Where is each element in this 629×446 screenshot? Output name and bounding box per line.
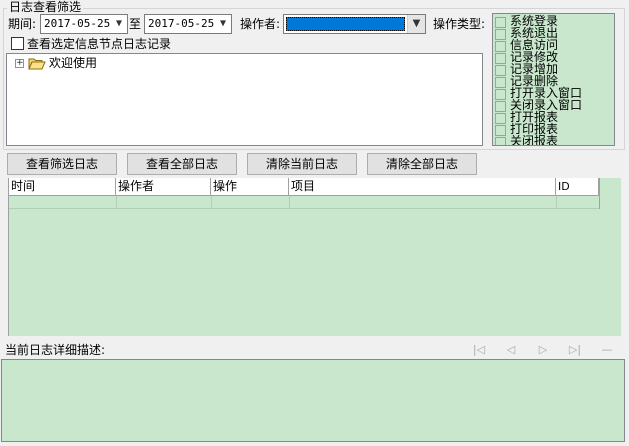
grid-row-divider [116,196,117,209]
chevron-down-icon[interactable]: ▼ [407,15,425,33]
tree-expand-icon[interactable]: + [15,59,24,68]
date-from-value: 2017-05-25 [44,17,111,30]
grid-first-row [9,196,599,209]
op-type-checkbox[interactable] [495,29,506,40]
log-detail-textarea[interactable] [1,359,625,442]
view-filtered-log-button[interactable]: 查看筛选日志 [7,153,117,175]
date-from-picker[interactable]: 2017-05-25 ▼ [40,14,128,34]
op-type-checkbox[interactable] [495,65,506,76]
info-node-tree[interactable]: + 欢迎使用 [6,53,483,146]
chevron-down-icon[interactable]: ▼ [111,15,127,33]
previous-record-icon[interactable]: ◁ [502,343,520,357]
column-header-operation[interactable]: 操作 [211,178,289,196]
chevron-down-icon[interactable]: ▼ [215,15,231,33]
clear-current-log-button[interactable]: 清除当前日志 [247,153,357,175]
first-record-icon[interactable]: |◁ [470,343,488,357]
date-to-picker[interactable]: 2017-05-25 ▼ [144,14,232,34]
op-type-checkbox[interactable] [495,41,506,52]
last-record-icon[interactable]: ▷| [566,343,584,357]
next-record-icon[interactable]: ▷ [534,343,552,357]
view-selected-node-checkbox[interactable] [11,37,24,50]
clear-all-log-button[interactable]: 清除全部日志 [367,153,477,175]
op-type-checkbox[interactable] [495,113,506,124]
op-type-checkbox[interactable] [495,125,506,136]
operation-type-checklist[interactable]: 系统登录 系统退出 信息访问 记录修改 记录增加 记录删除 打开录入窗口 关闭录… [492,13,615,146]
column-header-item[interactable]: 项目 [289,178,556,196]
filter-group-title: 日志查看筛选 [7,0,84,14]
grid-row-divider [211,196,212,209]
grid-row-divider [289,196,290,209]
folder-open-icon [28,58,46,70]
op-type-checkbox[interactable] [495,53,506,64]
view-all-log-button[interactable]: 查看全部日志 [127,153,237,175]
date-to-value: 2017-05-25 [148,17,215,30]
column-header-id[interactable]: ID [556,178,599,196]
operator-combo[interactable]: ▼ [283,14,426,34]
log-table-header: 时间 操作者 操作 项目 ID [9,178,599,196]
new-record-icon[interactable]: — [598,343,616,357]
operator-selected-value [286,17,405,31]
tree-root-label[interactable]: 欢迎使用 [49,55,97,71]
to-label: 至 [129,17,142,31]
column-header-time[interactable]: 时间 [9,178,116,196]
op-type-checkbox[interactable] [495,77,506,88]
op-type-checkbox[interactable] [495,101,506,112]
log-table[interactable]: 时间 操作者 操作 项目 ID [8,178,621,336]
period-label: 期间: [8,17,37,31]
operator-label: 操作者: [240,17,281,31]
op-type-label: 操作类型: [433,17,486,31]
grid-row-divider [556,196,557,209]
op-type-checkbox[interactable] [495,89,506,100]
column-header-operator[interactable]: 操作者 [116,178,211,196]
detail-label: 当前日志详细描述: [5,343,106,357]
op-type-checkbox[interactable] [495,17,506,28]
grid-header-edge [599,178,608,209]
op-type-label-text: 关闭报表 [510,134,559,146]
op-type-checkbox[interactable] [495,137,506,145]
view-selected-node-label: 查看选定信息节点日志记录 [27,37,172,51]
